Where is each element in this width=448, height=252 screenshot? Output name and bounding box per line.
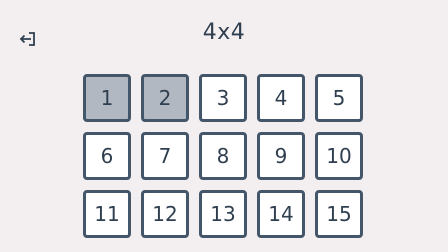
tile-3[interactable]: 3 bbox=[199, 74, 247, 122]
tile-14[interactable]: 14 bbox=[257, 190, 305, 238]
page-title: 4x4 bbox=[202, 20, 246, 45]
tile-2[interactable]: 2 bbox=[141, 74, 189, 122]
tile-7[interactable]: 7 bbox=[141, 132, 189, 180]
tile-5[interactable]: 5 bbox=[315, 74, 363, 122]
tile-9[interactable]: 9 bbox=[257, 132, 305, 180]
tile-13[interactable]: 13 bbox=[199, 190, 247, 238]
tile-6[interactable]: 6 bbox=[83, 132, 131, 180]
tile-11[interactable]: 11 bbox=[83, 190, 131, 238]
tile-10[interactable]: 10 bbox=[315, 132, 363, 180]
tile-15[interactable]: 15 bbox=[315, 190, 363, 238]
tile-12[interactable]: 12 bbox=[141, 190, 189, 238]
tile-1[interactable]: 1 bbox=[83, 74, 131, 122]
tile-4[interactable]: 4 bbox=[257, 74, 305, 122]
number-grid: 1 2 3 4 5 6 7 8 9 10 11 12 13 14 15 bbox=[83, 74, 365, 252]
tile-8[interactable]: 8 bbox=[199, 132, 247, 180]
